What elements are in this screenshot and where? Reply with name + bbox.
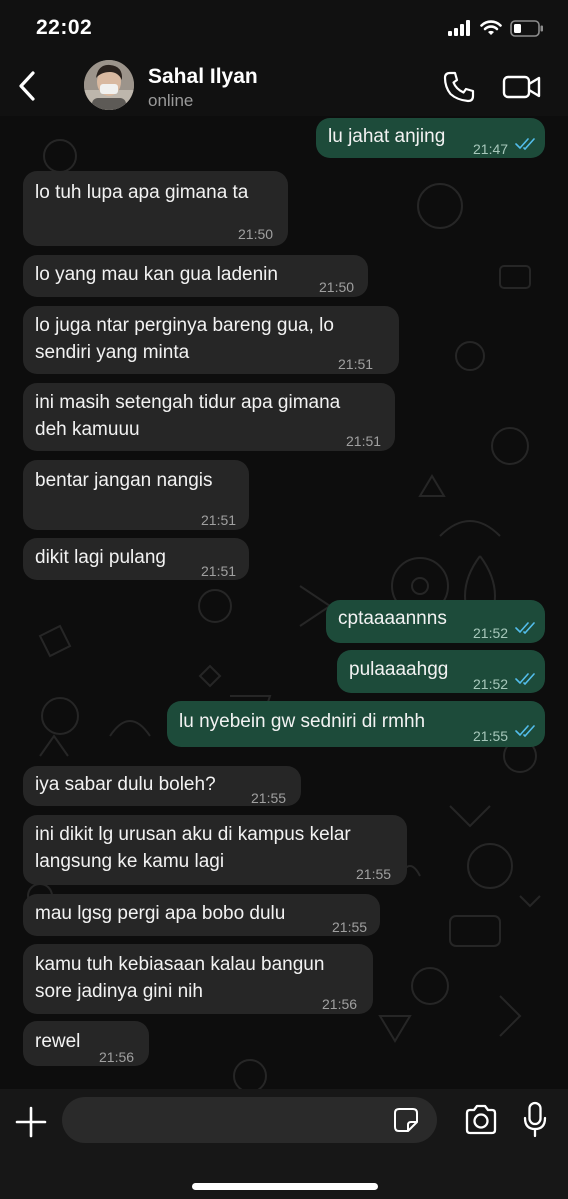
- back-icon: [19, 71, 35, 101]
- camera-button[interactable]: [463, 1103, 499, 1137]
- message-incoming[interactable]: mau lgsg pergi apa bobo dulu 21:55: [23, 894, 380, 936]
- status-time: 22:02: [36, 16, 93, 39]
- chat-header: Sahal Ilyan online: [0, 56, 568, 116]
- voice-call-button[interactable]: [442, 70, 476, 104]
- microphone-icon: [523, 1101, 547, 1138]
- camera-icon: [465, 1104, 497, 1135]
- message-text-line-1: ini dikit lg urusan aku di kampus kelar: [35, 824, 351, 845]
- message-text-line-2: sore jadinya gini nih: [35, 981, 203, 1002]
- message-text: pulaaaahgg: [349, 659, 449, 680]
- contact-status: online: [148, 91, 194, 110]
- message-text: bentar jangan nangis: [35, 470, 213, 491]
- message-incoming[interactable]: lo yang mau kan gua ladenin 21:50: [23, 255, 368, 297]
- attach-button[interactable]: [14, 1105, 48, 1139]
- message-incoming[interactable]: ini dikit lg urusan aku di kampus kelar …: [23, 815, 407, 885]
- message-text-line-2: langsung ke kamu lagi: [35, 851, 225, 872]
- message-text: iya sabar dulu boleh?: [35, 774, 216, 795]
- message-time: 21:51: [201, 563, 237, 579]
- wifi-icon: [480, 20, 502, 35]
- message-text-line-1: ini masih setengah tidur apa gimana: [35, 392, 341, 413]
- composer-bar: [0, 1089, 568, 1199]
- message-time: 21:56: [322, 996, 358, 1012]
- message-time: 21:55: [332, 919, 368, 935]
- contact-name[interactable]: Sahal Ilyan: [148, 65, 258, 89]
- read-receipt-icon: [515, 138, 535, 150]
- message-text: mau lgsg pergi apa bobo dulu: [35, 903, 286, 924]
- message-incoming[interactable]: rewel 21:56: [23, 1021, 149, 1066]
- signal-icon: [448, 20, 470, 36]
- message-incoming[interactable]: iya sabar dulu boleh? 21:55: [23, 766, 301, 806]
- read-receipt-icon: [515, 673, 535, 685]
- message-text: rewel: [35, 1031, 81, 1052]
- message-text: cptaaaannns: [338, 608, 447, 629]
- read-receipt-icon: [515, 725, 535, 737]
- message-time: 21:55: [251, 790, 287, 806]
- message-time: 21:55: [356, 866, 392, 882]
- message-outgoing[interactable]: lu nyebein gw sedniri di rmhh 21:55: [167, 701, 545, 747]
- video-call-button[interactable]: [502, 70, 542, 104]
- message-time: 21:51: [201, 512, 237, 528]
- message-text-line-1: lo juga ntar perginya bareng gua, lo: [35, 315, 334, 336]
- message-text-line-1: kamu tuh kebiasaan kalau bangun: [35, 954, 325, 975]
- message-incoming[interactable]: ini masih setengah tidur apa gimana deh …: [23, 383, 395, 451]
- message-time: 21:55: [473, 728, 509, 744]
- sticker-icon: [394, 1108, 418, 1132]
- status-icons: [448, 16, 544, 40]
- message-outgoing[interactable]: lu jahat anjing 21:47: [316, 118, 545, 158]
- home-indicator[interactable]: [192, 1183, 378, 1190]
- message-time: 21:47: [473, 141, 509, 157]
- message-incoming[interactable]: lo tuh lupa apa gimana ta 21:50: [23, 171, 288, 246]
- message-text-line-2: deh kamuuu: [35, 419, 140, 440]
- sticker-button[interactable]: [393, 1107, 419, 1133]
- message-time: 21:56: [99, 1049, 135, 1065]
- message-text: lo yang mau kan gua ladenin: [35, 264, 278, 285]
- message-outgoing[interactable]: pulaaaahgg 21:52: [337, 650, 545, 693]
- message-time: 21:52: [473, 676, 509, 692]
- back-button[interactable]: [10, 66, 44, 106]
- avatar[interactable]: [84, 60, 134, 110]
- status-bar: 22:02: [0, 0, 568, 56]
- message-time: 21:50: [238, 226, 274, 242]
- voice-message-button[interactable]: [522, 1101, 548, 1139]
- message-time: 21:51: [346, 433, 382, 449]
- message-time: 21:51: [338, 356, 374, 372]
- message-input[interactable]: [62, 1097, 437, 1143]
- message-time: 21:50: [319, 279, 355, 295]
- message-text: dikit lagi pulang: [35, 547, 166, 568]
- message-text: lu nyebein gw sedniri di rmhh: [179, 711, 426, 732]
- message-incoming[interactable]: dikit lagi pulang 21:51: [23, 538, 249, 580]
- plus-icon: [15, 1106, 47, 1138]
- message-incoming[interactable]: bentar jangan nangis 21:51: [23, 460, 249, 530]
- battery-icon: [510, 19, 543, 37]
- message-incoming[interactable]: kamu tuh kebiasaan kalau bangun sore jad…: [23, 944, 373, 1014]
- message-incoming[interactable]: lo juga ntar perginya bareng gua, lo sen…: [23, 306, 399, 374]
- chat-area[interactable]: lu jahat anjing 21:47 lo tuh lupa apa gi…: [0, 116, 568, 1089]
- video-camera-icon: [502, 75, 541, 99]
- message-text: lo tuh lupa apa gimana ta: [35, 182, 249, 203]
- message-outgoing[interactable]: cptaaaannns 21:52: [326, 600, 545, 643]
- message-text: lu jahat anjing: [328, 126, 446, 147]
- avatar-image: [84, 60, 134, 110]
- message-text-line-2: sendiri yang minta: [35, 342, 190, 363]
- message-time: 21:52: [473, 625, 509, 641]
- read-receipt-icon: [515, 622, 535, 634]
- phone-icon: [443, 71, 475, 103]
